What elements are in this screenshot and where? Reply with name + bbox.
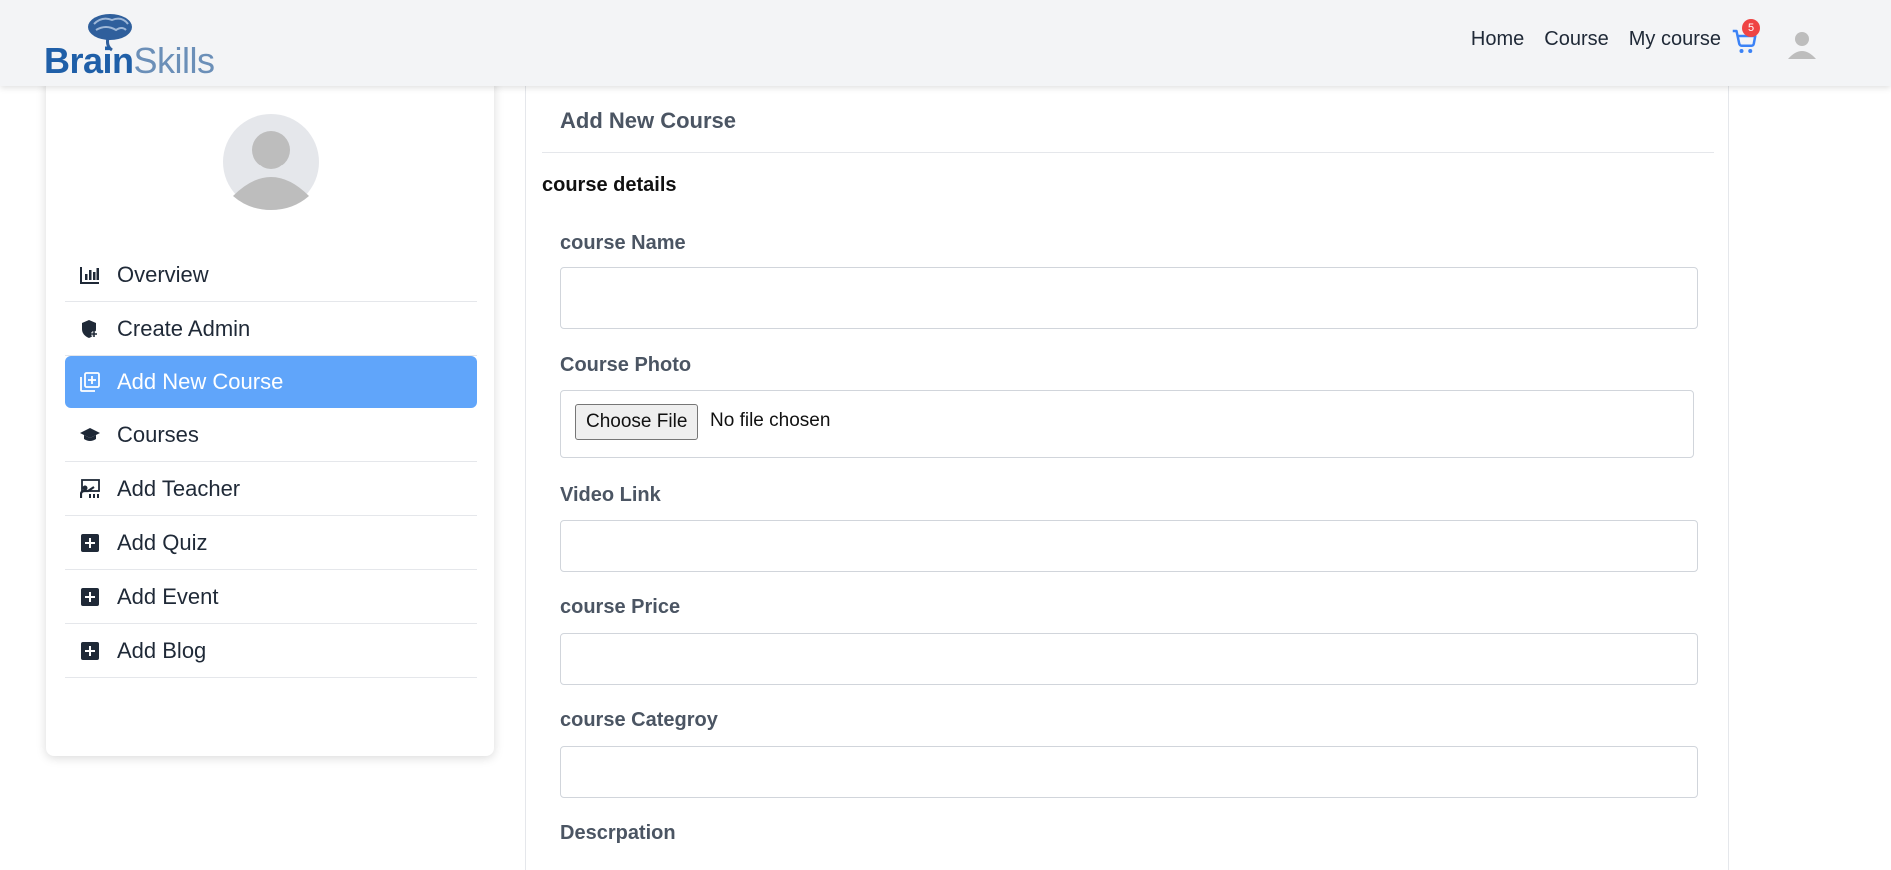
plus-square-icon xyxy=(79,640,101,662)
sidebar-item-label: Add Teacher xyxy=(117,475,241,501)
sidebar-item-label: Create Admin xyxy=(117,315,251,341)
cart-count-badge: 5 xyxy=(1742,19,1760,37)
add-course-form-card: Add New Course course details course Nam… xyxy=(525,70,1729,870)
sidebar: Overview Create Admin Add New Course Cou… xyxy=(46,70,494,756)
title-divider xyxy=(542,152,1714,153)
graduation-cap-icon xyxy=(79,424,101,446)
sidebar-item-create-admin[interactable]: Create Admin xyxy=(65,302,477,356)
nav-link-course[interactable]: Course xyxy=(1544,28,1608,51)
plus-square-icon xyxy=(79,532,101,554)
sidebar-item-courses[interactable]: Courses xyxy=(65,408,477,462)
video-link-input[interactable] xyxy=(560,520,1698,572)
user-avatar-icon[interactable] xyxy=(1785,27,1819,61)
section-title: course details xyxy=(542,174,677,196)
sidebar-item-label: Add Quiz xyxy=(117,529,208,555)
sidebar-item-add-event[interactable]: Add Event xyxy=(65,570,477,624)
sidebar-item-add-blog[interactable]: Add Blog xyxy=(65,624,477,678)
sidebar-item-label: Overview xyxy=(117,261,209,287)
shield-plus-icon xyxy=(79,318,101,340)
sidebar-item-label: Add New Course xyxy=(117,369,284,394)
course-category-label: course Categroy xyxy=(560,709,718,731)
sidebar-item-overview[interactable]: Overview xyxy=(65,248,477,302)
sidebar-item-label: Add Blog xyxy=(117,637,207,663)
choose-file-button[interactable]: Choose File xyxy=(575,404,699,440)
video-link-label: Video Link xyxy=(560,484,661,506)
nav-links: Home Course My course xyxy=(1451,28,1721,51)
sidebar-item-add-teacher[interactable]: Add Teacher xyxy=(65,462,477,516)
plus-square-icon xyxy=(79,586,101,608)
teacher-icon xyxy=(79,478,101,500)
library-add-icon xyxy=(79,371,101,393)
brand-name-part2: Skills xyxy=(133,40,216,81)
sidebar-menu: Overview Create Admin Add New Course Cou… xyxy=(65,248,477,678)
brand-name-part1: Brain xyxy=(44,40,134,81)
chart-icon xyxy=(79,264,101,286)
nav-link-my-course[interactable]: My course xyxy=(1629,28,1721,51)
sidebar-item-add-new-course[interactable]: Add New Course xyxy=(65,356,477,408)
sidebar-item-label: Add Event xyxy=(117,583,219,609)
course-name-input[interactable] xyxy=(560,267,1698,329)
course-photo-label: Course Photo xyxy=(560,354,692,376)
course-price-label: course Price xyxy=(560,596,681,618)
sidebar-item-add-quiz[interactable]: Add Quiz xyxy=(65,516,477,570)
course-name-label: course Name xyxy=(560,232,686,254)
brand-logo[interactable]: BrainSkills xyxy=(44,10,215,81)
nav-link-home[interactable]: Home xyxy=(1471,28,1524,51)
profile-avatar-icon xyxy=(223,114,319,210)
file-status-text: No file chosen xyxy=(710,410,831,431)
description-label: Descrpation xyxy=(560,822,676,844)
brand-name: BrainSkills xyxy=(44,40,215,82)
course-category-input[interactable] xyxy=(560,746,1698,798)
page-title: Add New Course xyxy=(560,108,737,133)
course-photo-field[interactable]: Choose File No file chosen xyxy=(560,390,1694,458)
sidebar-item-label: Courses xyxy=(117,421,199,447)
top-navbar: BrainSkills Home Course My course 5 xyxy=(0,0,1891,86)
course-price-input[interactable] xyxy=(560,633,1698,685)
